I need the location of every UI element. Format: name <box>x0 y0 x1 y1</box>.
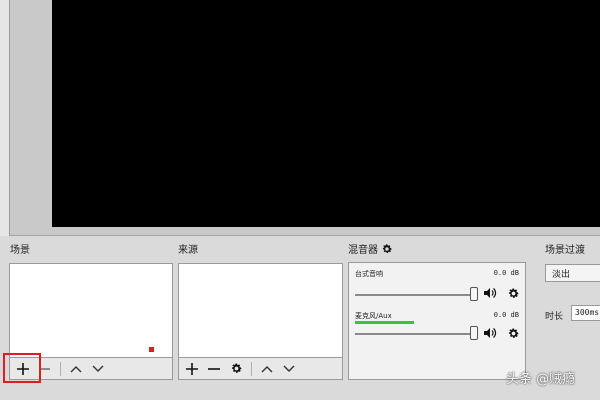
transitions-dock-title: 场景过渡 <box>545 245 585 256</box>
volume-slider-handle-mic[interactable] <box>470 326 478 340</box>
watermark: 头条 @贼瘾 <box>506 372 576 387</box>
toolbar-separator <box>60 361 61 376</box>
duration-label: 时长 <box>545 312 564 322</box>
gear-icon[interactable] <box>381 243 393 255</box>
left-edge <box>0 0 10 236</box>
preview-canvas[interactable] <box>52 0 600 227</box>
channel-settings-button-mic[interactable] <box>506 326 520 340</box>
channel-db-desktop: 0.0 dB <box>493 269 519 277</box>
source-properties-button[interactable] <box>227 360 245 378</box>
mixer-dock-title: 混音器 <box>348 241 393 256</box>
gear-icon <box>231 363 242 373</box>
volume-slider-track-desktop[interactable] <box>355 294 473 296</box>
speaker-icon <box>484 328 497 338</box>
channel-settings-button-desktop[interactable] <box>506 286 520 300</box>
chevron-up-icon <box>70 365 82 372</box>
move-source-up-button[interactable] <box>258 360 276 378</box>
red-marker <box>149 347 154 352</box>
minus-icon <box>208 367 220 370</box>
scenes-list[interactable] <box>9 263 173 358</box>
mute-button-desktop[interactable] <box>483 286 497 300</box>
add-button-highlight <box>3 353 41 383</box>
gear-icon <box>508 327 519 338</box>
channel-db-mic: 0.0 dB <box>493 311 519 319</box>
toolbar-separator <box>251 361 252 376</box>
sources-list[interactable] <box>178 263 343 358</box>
remove-source-button[interactable] <box>205 360 223 378</box>
channel-name-mic: 麦克风/Aux <box>355 312 392 320</box>
chevron-down-icon <box>283 365 295 372</box>
duration-input[interactable]: 300ms <box>571 305 600 321</box>
obs-window: 场景 来源 混音器 台式音响 0.0 dB 麦克风/Aux 0.0 dB 场景过… <box>0 0 600 400</box>
plus-icon <box>186 362 198 375</box>
speaker-icon <box>484 288 497 298</box>
sources-toolbar <box>178 358 343 380</box>
add-source-button[interactable] <box>183 360 201 378</box>
audio-meter-mic <box>355 321 414 324</box>
mute-button-mic[interactable] <box>483 326 497 340</box>
move-scene-up-button[interactable] <box>67 360 85 378</box>
move-scene-down-button[interactable] <box>89 360 107 378</box>
volume-slider-handle-desktop[interactable] <box>470 287 478 301</box>
channel-name-desktop: 台式音响 <box>355 270 383 278</box>
gear-icon <box>508 287 519 298</box>
chevron-up-icon <box>261 365 273 372</box>
volume-slider-track-mic[interactable] <box>355 333 473 335</box>
sources-dock-title: 来源 <box>178 245 198 256</box>
scenes-dock-title: 场景 <box>10 245 30 256</box>
mixer-panel: 台式音响 0.0 dB 麦克风/Aux 0.0 dB <box>348 262 526 380</box>
move-source-down-button[interactable] <box>280 360 298 378</box>
chevron-down-icon <box>92 365 104 372</box>
transition-select[interactable]: 淡出 <box>545 264 600 282</box>
mixer-title-label: 混音器 <box>348 245 378 256</box>
